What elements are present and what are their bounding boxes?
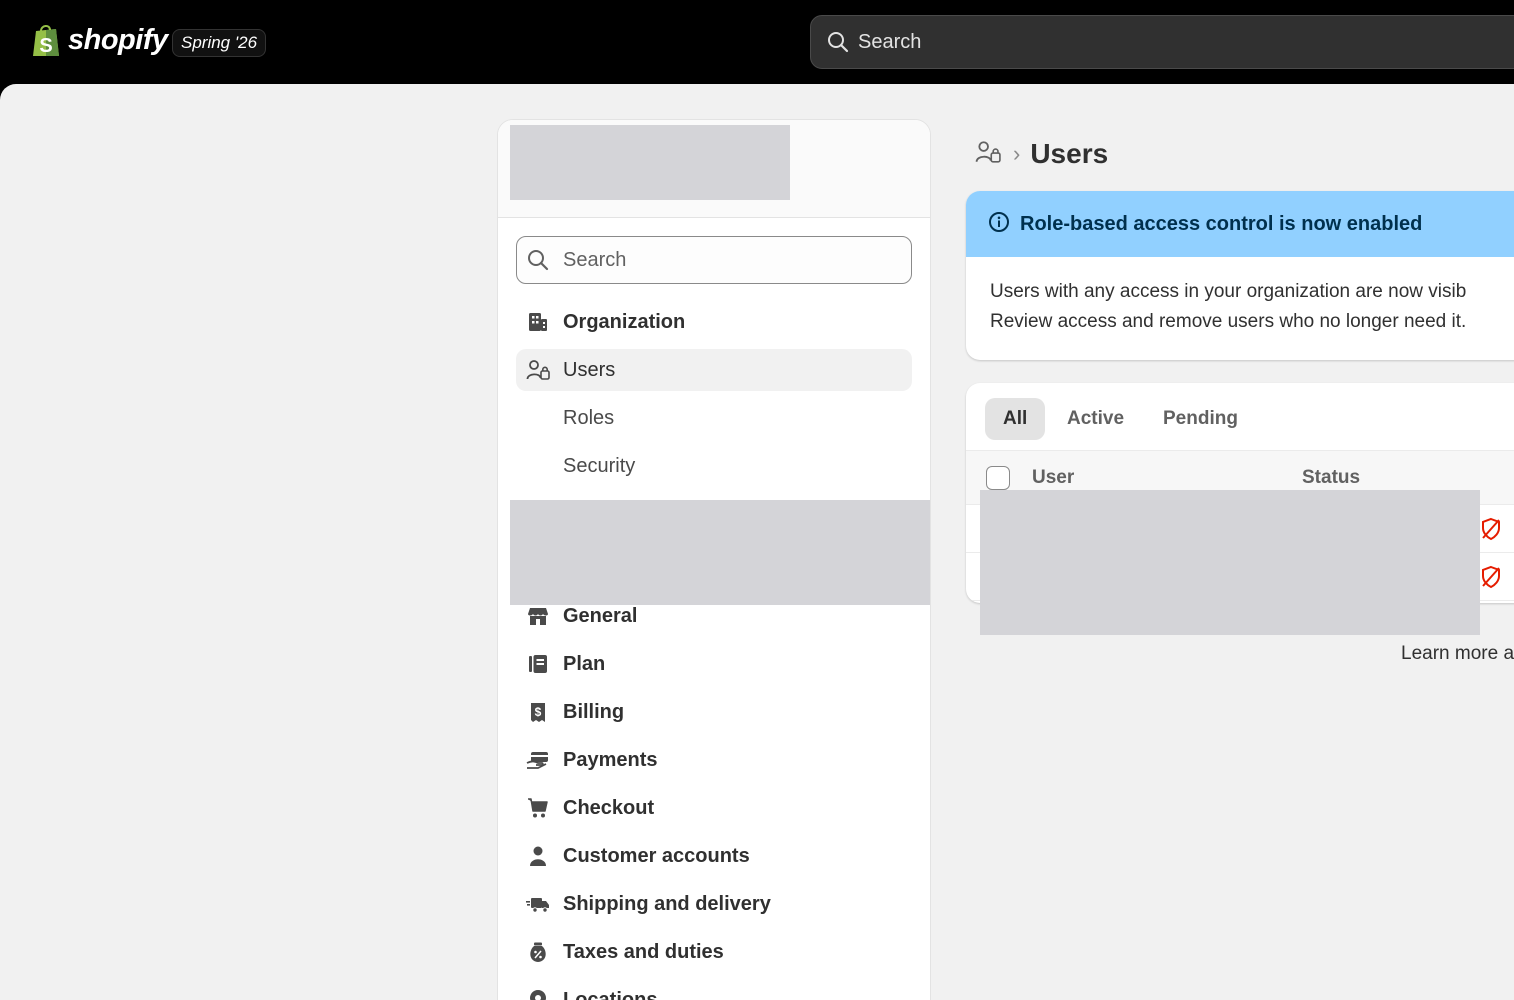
sidebar-item-label: Organization [563, 310, 686, 333]
banner-header: Role-based access control is now enabled [966, 191, 1514, 257]
learn-more-link[interactable]: Learn more a [1401, 643, 1514, 665]
banner-line: Users with any access in your organizati… [990, 281, 1467, 302]
tab-all[interactable]: All [985, 398, 1046, 440]
search-icon [527, 249, 549, 276]
blocked-shield-icon [1479, 517, 1503, 546]
location-pin-icon [524, 986, 552, 1000]
person-icon [524, 842, 552, 870]
store-icon [524, 602, 552, 630]
page-title: Users [1030, 138, 1109, 169]
edition-badge[interactable]: Spring '26 [172, 29, 267, 57]
sidebar-item-general[interactable]: General [516, 595, 912, 637]
column-header-status[interactable]: Status [1302, 467, 1360, 489]
blocked-shield-icon [1479, 565, 1503, 594]
sidebar-item-locations[interactable]: Locations [516, 979, 912, 1000]
sidebar-item-roles[interactable]: Roles [516, 397, 912, 439]
global-search-input[interactable]: Search [810, 15, 1514, 69]
plan-icon [524, 650, 552, 678]
info-banner: Role-based access control is now enabled… [966, 191, 1514, 360]
column-header-user[interactable]: User [1032, 467, 1074, 489]
search-icon [827, 31, 849, 58]
sidebar-item-checkout[interactable]: Checkout [516, 787, 912, 829]
truck-icon [524, 890, 552, 918]
breadcrumb: › Users [975, 138, 1108, 170]
sidebar-item-taxes-and-duties[interactable]: Taxes and duties [516, 931, 912, 973]
sidebar-item-label: Plan [563, 652, 606, 675]
sidebar-item-label: Shipping and delivery [563, 892, 771, 915]
sidebar-item-label: Checkout [563, 796, 655, 819]
filter-tabs: All Active Pending [966, 383, 1514, 451]
sidebar-item-billing[interactable]: $ Billing [516, 691, 912, 733]
cart-icon [524, 794, 552, 822]
select-all-checkbox[interactable] [986, 466, 1010, 490]
settings-sidebar: Search Organization Users Roles Security… [497, 119, 931, 1000]
info-icon [988, 211, 1010, 238]
shopify-bag-icon: S [30, 22, 62, 58]
sidebar-item-label: Roles [563, 406, 615, 429]
sidebar-item-label: Users [563, 358, 616, 381]
tab-pending[interactable]: Pending [1145, 398, 1256, 440]
redacted-region [510, 125, 790, 200]
payments-icon [524, 746, 552, 774]
receipt-dollar-icon: $ [524, 698, 552, 726]
banner-body: Users with any access in your organizati… [966, 257, 1514, 357]
top-bar: S shopify Spring '26 Search [0, 0, 1514, 84]
building-icon [524, 308, 552, 336]
sidebar-item-label: Customer accounts [563, 844, 750, 867]
svg-text:$: $ [535, 705, 542, 719]
users-icon [524, 356, 552, 384]
redacted-region [980, 490, 1480, 635]
sidebar-header [498, 120, 930, 218]
sidebar-item-label: General [563, 604, 638, 627]
banner-title: Role-based access control is now enabled [1020, 212, 1423, 235]
sidebar-item-organization[interactable]: Organization [516, 301, 912, 343]
sidebar-item-shipping-and-delivery[interactable]: Shipping and delivery [516, 883, 912, 925]
banner-line: Review access and remove users who no lo… [990, 311, 1467, 332]
sidebar-item-label: Payments [563, 748, 658, 771]
settings-search-input[interactable]: Search [516, 236, 912, 284]
sidebar-item-label: Security [563, 454, 636, 477]
shopify-logo[interactable]: S shopify [30, 22, 168, 58]
sidebar-item-label: Taxes and duties [563, 940, 724, 963]
brand-name: shopify [68, 23, 168, 56]
users-icon[interactable] [975, 140, 1001, 169]
settings-search-placeholder: Search [563, 249, 627, 271]
sidebar-item-users[interactable]: Users [516, 349, 912, 391]
chevron-right-icon: › [1013, 141, 1021, 166]
sidebar-item-security[interactable]: Security [516, 445, 912, 487]
global-search-placeholder: Search [858, 31, 922, 53]
svg-text:S: S [39, 35, 52, 57]
tax-bag-icon [524, 938, 552, 966]
tab-active[interactable]: Active [1049, 398, 1142, 440]
sidebar-item-label: Billing [563, 700, 625, 723]
sidebar-item-payments[interactable]: Payments [516, 739, 912, 781]
sidebar-item-label: Locations [563, 988, 658, 1000]
redacted-region [510, 500, 930, 605]
sidebar-item-plan[interactable]: Plan [516, 643, 912, 685]
sidebar-item-customer-accounts[interactable]: Customer accounts [516, 835, 912, 877]
